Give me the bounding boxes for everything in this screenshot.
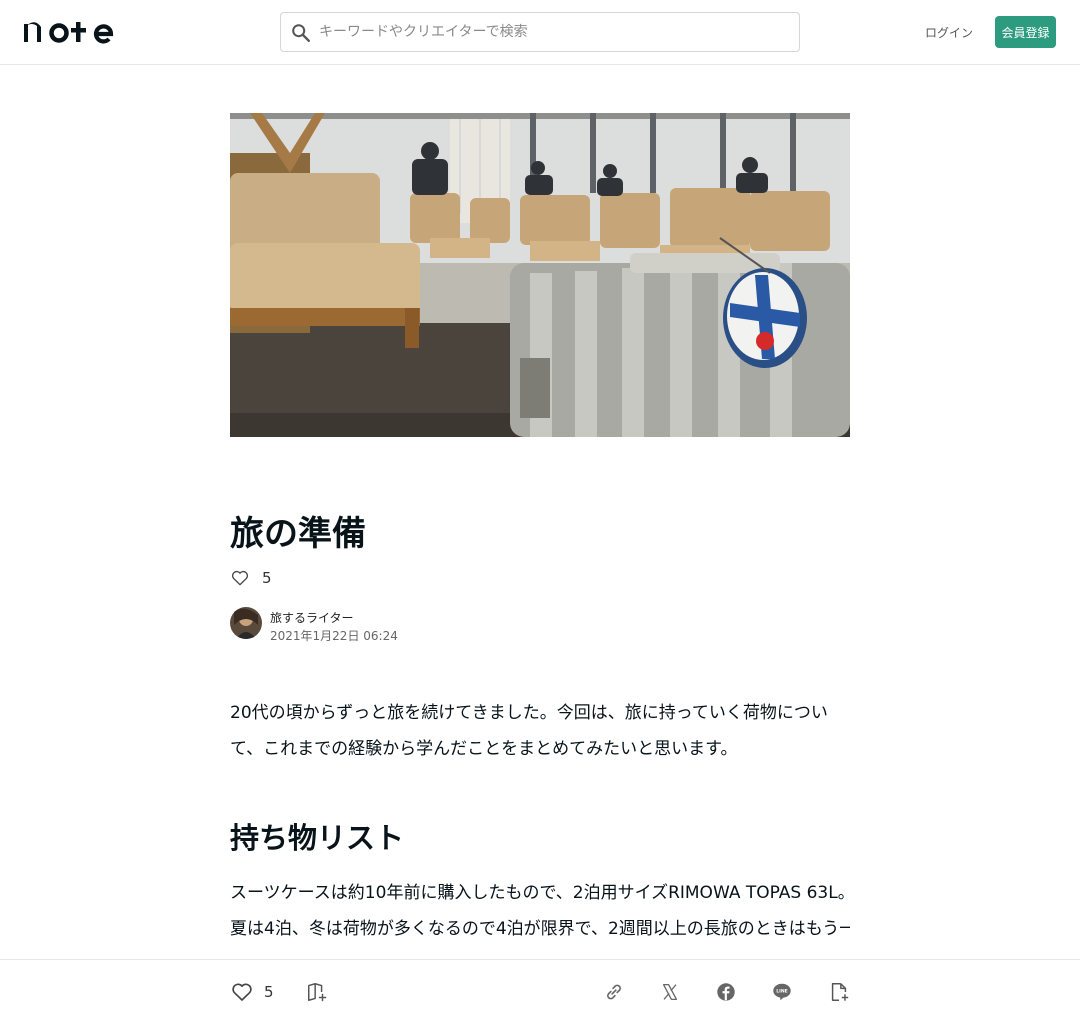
- embed-icon: [831, 983, 849, 1001]
- facebook-icon: [717, 983, 735, 1001]
- login-button[interactable]: ログイン: [925, 16, 973, 48]
- like-count: 5: [262, 569, 272, 587]
- like-count: 5: [264, 983, 274, 1001]
- svg-text:LINE: LINE: [776, 989, 788, 995]
- signup-button[interactable]: 会員登録: [995, 16, 1056, 48]
- line-icon: LINE: [773, 983, 791, 1001]
- article-paragraph: スーツケースは約10年前に購入したもので、2泊用サイズRIMOWA TOPAS …: [230, 883, 850, 903]
- search-icon: [292, 24, 310, 42]
- logo-text: note: [24, 18, 27, 19]
- search-input[interactable]: [319, 13, 789, 51]
- author-avatar[interactable]: [230, 607, 262, 639]
- add-to-magazine-button[interactable]: [305, 980, 329, 1004]
- site-header: note ログイン 会員登録: [0, 0, 1080, 65]
- embed-button[interactable]: [827, 980, 851, 1004]
- article-title: 旅の準備: [230, 514, 366, 554]
- author-block[interactable]: 旅するライター 2021年1月22日 06:24: [230, 607, 630, 643]
- article-paragraph: 20代の頃からずっと旅を続けてきました。今回は、旅に持っていく荷物について、これ…: [230, 703, 828, 759]
- add-to-magazine-icon: [308, 983, 327, 1002]
- article-paragraph: 夏は4泊、冬は荷物が多くなるので4泊が限界で、2週間以上の長旅のときはもう一回り…: [230, 919, 850, 939]
- author-name[interactable]: 旅するライター: [270, 609, 354, 626]
- search-box[interactable]: [280, 12, 800, 52]
- heart-icon: [232, 983, 252, 1001]
- like-button-top[interactable]: 5: [230, 566, 272, 590]
- share-x-button[interactable]: [658, 980, 682, 1004]
- published-date: 2021年1月22日 06:24: [270, 629, 398, 643]
- note-logo[interactable]: note: [24, 18, 124, 46]
- heart-icon: [231, 570, 249, 586]
- copy-link-button[interactable]: [602, 980, 626, 1004]
- share-facebook-button[interactable]: [714, 980, 738, 1004]
- article-cover-image: [230, 113, 850, 437]
- section-heading: 持ち物リスト: [230, 821, 405, 855]
- share-line-button[interactable]: LINE: [770, 980, 794, 1004]
- x-share-icon: [662, 984, 678, 1000]
- link-icon: [607, 984, 621, 1000]
- like-button[interactable]: 5: [230, 980, 274, 1004]
- article-action-bar: 5 LINE: [0, 959, 1080, 1024]
